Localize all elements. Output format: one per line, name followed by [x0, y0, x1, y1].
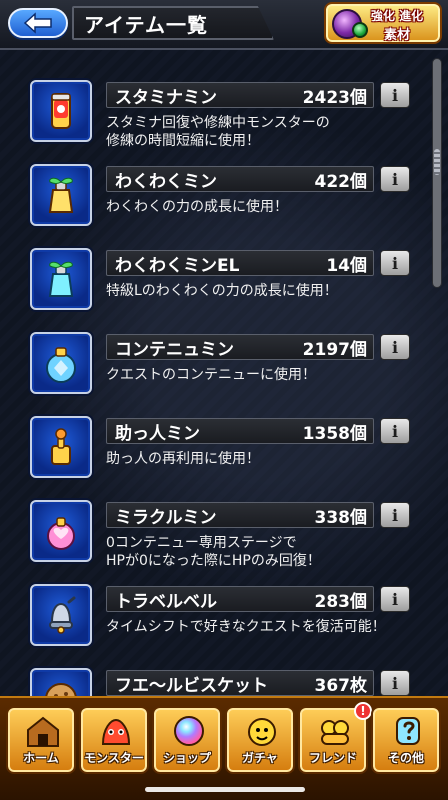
item-name: わくわくミン: [115, 171, 217, 192]
tab-label: フレンド: [308, 751, 357, 765]
item-count: 338個: [314, 507, 368, 528]
sprout-bottle-el-icon: [30, 248, 92, 310]
info-button[interactable]: ℹ: [380, 670, 410, 696]
tab-label: ショップ: [162, 751, 211, 765]
item-name: わくわくミンEL: [115, 255, 240, 276]
item-name-plate: 助っ人ミン 1358個: [106, 418, 374, 444]
tab-label: その他: [387, 751, 424, 765]
info-icon: ℹ: [391, 673, 399, 693]
item-name-plate: フエ〜ルビスケット 367枚: [106, 670, 374, 696]
info-icon: ℹ: [391, 589, 399, 609]
list-item[interactable]: わくわくミンEL 14個 ℹ 特級Lのわくわくの力の成長に使用！: [8, 240, 426, 322]
info-icon: ℹ: [391, 253, 399, 273]
miracle-potion-icon: [30, 500, 92, 562]
tab-home[interactable]: ホーム: [6, 706, 76, 774]
info-button[interactable]: ℹ: [380, 250, 410, 276]
info-icon: ℹ: [391, 421, 399, 441]
list-item[interactable]: スタミナミン 2423個 ℹ スタミナ回復や修練中モンスターの 修練の時間短縮に…: [8, 72, 426, 154]
tab-gacha[interactable]: ガチャ: [225, 706, 295, 774]
monster-icon: [101, 718, 131, 745]
friend-notification-badge: !: [354, 702, 372, 720]
item-name-plate: トラベルベル 283個: [106, 586, 374, 612]
list-item[interactable]: 助っ人ミン 1358個 ℹ 助っ人の再利用に使用！: [8, 408, 426, 490]
tab-label: ガチャ: [242, 751, 278, 765]
info-icon: ℹ: [391, 169, 399, 189]
gacha-icon: [248, 718, 276, 746]
friends-icon: [321, 720, 349, 745]
item-description: 助っ人の再利用に使用！: [106, 451, 260, 467]
shop-orb-icon: [174, 716, 204, 746]
tab-shop[interactable]: ショップ: [152, 706, 222, 774]
tab-friend[interactable]: ! フレンド: [298, 702, 372, 774]
bottom-nav: ホーム モンスター ショップ ガチャ ! フレンド その他: [0, 696, 448, 800]
stamina-can-icon: [30, 80, 92, 142]
item-count: 367枚: [314, 675, 368, 696]
info-button[interactable]: ℹ: [380, 502, 410, 528]
list-item[interactable]: トラベルベル 283個 ℹ タイムシフトで好きなクエストを復活可能！: [8, 576, 426, 658]
item-count: 2423個: [302, 87, 367, 108]
list-item[interactable]: フエ〜ルビスケット 367枚 ℹ: [8, 660, 426, 696]
info-button[interactable]: ℹ: [380, 334, 410, 360]
list-scrollbar[interactable]: [432, 58, 442, 288]
item-name: トラベルベル: [115, 591, 217, 612]
item-name: スタミナミン: [115, 87, 217, 108]
home-icon: [27, 716, 59, 747]
other-icon: [396, 717, 420, 745]
item-name-plate: スタミナミン 2423個: [106, 82, 374, 108]
item-name: 助っ人ミン: [115, 423, 200, 444]
biscuit-icon: [30, 668, 92, 696]
helper-bottle-icon: [30, 416, 92, 478]
home-indicator[interactable]: [145, 787, 305, 792]
item-count: 283個: [314, 591, 368, 612]
tab-monster[interactable]: モンスター: [79, 706, 149, 774]
item-description: 0コンテニュー専用ステージで HPが0になった際にHPのみ回復！: [106, 535, 321, 569]
tab-label: モンスター: [84, 751, 144, 765]
item-description: クエストのコンテニューに使用！: [106, 367, 316, 383]
item-name-plate: わくわくミンEL 14個: [106, 250, 374, 276]
item-count: 2197個: [302, 339, 367, 360]
item-description: スタミナ回復や修練中モンスターの 修練の時間短縮に使用！: [106, 115, 330, 149]
item-name: ミラクルミン: [115, 507, 217, 528]
tab-label: ホーム: [23, 751, 59, 765]
item-list[interactable]: スタミナミン 2423個 ℹ スタミナ回復や修練中モンスターの 修練の時間短縮に…: [8, 56, 426, 696]
page-title: アイテム一覧: [72, 6, 274, 40]
item-description: わくわくの力の成長に使用！: [106, 199, 288, 215]
info-button[interactable]: ℹ: [380, 418, 410, 444]
item-count: 422個: [314, 171, 368, 192]
info-icon: ℹ: [391, 505, 399, 525]
list-item[interactable]: ミラクルミン 338個 ℹ 0コンテニュー専用ステージで HPが0になった際にH…: [8, 492, 426, 574]
info-icon: ℹ: [391, 337, 399, 357]
info-button[interactable]: ℹ: [380, 586, 410, 612]
item-name-plate: コンテニュミン 2197個: [106, 334, 374, 360]
back-button[interactable]: [8, 8, 68, 38]
item-description: 特級Lのわくわくの力の成長に使用！: [106, 283, 338, 299]
item-name: コンテニュミン: [115, 339, 234, 360]
scrollbar-thumb[interactable]: [434, 149, 440, 175]
evolution-materials-button[interactable]: 強化 進化 素材: [324, 2, 442, 44]
item-name-plate: わくわくミン 422個: [106, 166, 374, 192]
continue-potion-icon: [30, 332, 92, 394]
list-item[interactable]: コンテニュミン 2197個 ℹ クエストのコンテニューに使用！: [8, 324, 426, 406]
info-icon: ℹ: [391, 85, 399, 105]
list-item[interactable]: わくわくミン 422個 ℹ わくわくの力の成長に使用！: [8, 156, 426, 238]
tab-other[interactable]: その他: [371, 706, 441, 774]
info-button[interactable]: ℹ: [380, 82, 410, 108]
item-description: タイムシフトで好きなクエストを復活可能！: [106, 619, 386, 635]
top-header: アイテム一覧 強化 進化 素材: [0, 0, 448, 50]
evo-button-label-top: 強化 進化: [371, 9, 424, 23]
green-orb-icon: [352, 22, 368, 38]
sprout-bottle-icon: [30, 164, 92, 226]
back-arrow-icon: [23, 12, 52, 34]
evo-button-label-bottom: 素材: [384, 28, 411, 43]
info-button[interactable]: ℹ: [380, 166, 410, 192]
item-name: フエ〜ルビスケット: [115, 675, 268, 696]
item-count: 14個: [326, 255, 367, 276]
item-name-plate: ミラクルミン 338個: [106, 502, 374, 528]
item-count: 1358個: [302, 423, 367, 444]
travel-bell-icon: [30, 584, 92, 646]
